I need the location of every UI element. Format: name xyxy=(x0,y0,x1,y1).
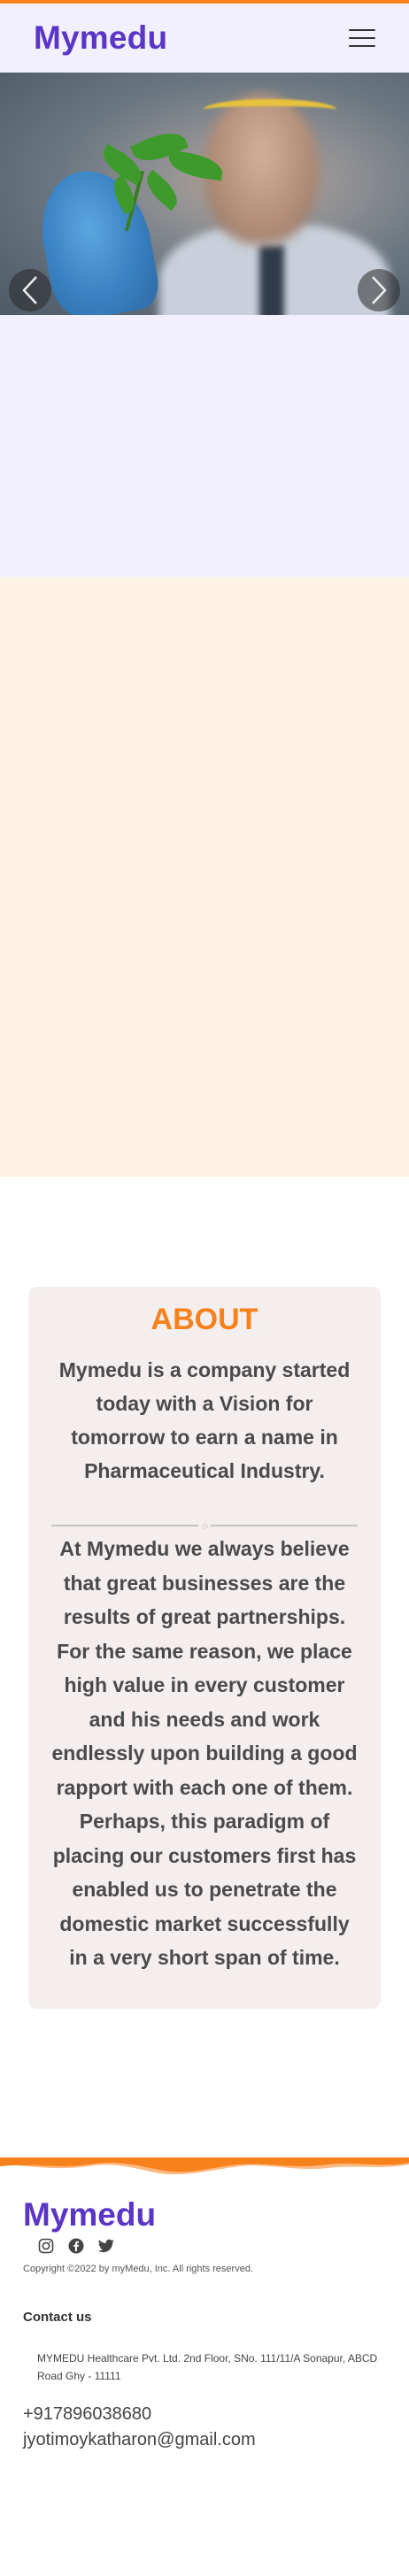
lavender-section xyxy=(0,315,409,577)
peach-section xyxy=(0,577,409,1177)
spacer xyxy=(0,2008,409,2157)
contact-email[interactable]: jyotimoykatharon@gmail.com xyxy=(23,2430,386,2477)
chevron-right-icon[interactable] xyxy=(358,269,400,311)
footer-brand-logo[interactable]: Mymedu xyxy=(23,2196,386,2234)
hamburger-icon[interactable] xyxy=(349,29,375,47)
copyright-text: Copyright ©2022 by myMedu, Inc. All righ… xyxy=(23,2263,253,2274)
hero-image-tie xyxy=(259,245,284,315)
site-header: Mymedu xyxy=(0,4,409,73)
twitter-icon[interactable] xyxy=(97,2237,115,2255)
about-title: ABOUT xyxy=(150,1303,259,1336)
brand-logo[interactable]: Mymedu xyxy=(34,19,167,57)
hero-carousel xyxy=(0,73,409,315)
contact-phone[interactable]: +917896038680 xyxy=(23,2404,386,2425)
about-body-text: At Mymedu we always believe that great b… xyxy=(51,1537,358,1969)
contact-heading: Contact us xyxy=(23,2309,92,2325)
site-footer: Mymedu Copyright ©2022 by myMedu, Inc. A… xyxy=(0,2176,409,2477)
facebook-icon[interactable] xyxy=(67,2237,85,2255)
hero-image-safety-glasses xyxy=(204,99,336,120)
footer-wave xyxy=(0,2157,409,2174)
about-card: ABOUT Mymedu is a company started today … xyxy=(28,1287,381,2009)
contact-address: MYMEDU Healthcare Pvt. Ltd. 2nd Floor, S… xyxy=(37,2351,378,2382)
about-lead-text: Mymedu is a company started today with a… xyxy=(58,1358,351,1482)
chevron-left-icon[interactable] xyxy=(9,269,51,311)
divider: ◇ xyxy=(51,1522,358,1530)
spacer xyxy=(0,1177,409,1287)
instagram-icon[interactable] xyxy=(37,2237,55,2255)
social-links xyxy=(37,2237,386,2255)
